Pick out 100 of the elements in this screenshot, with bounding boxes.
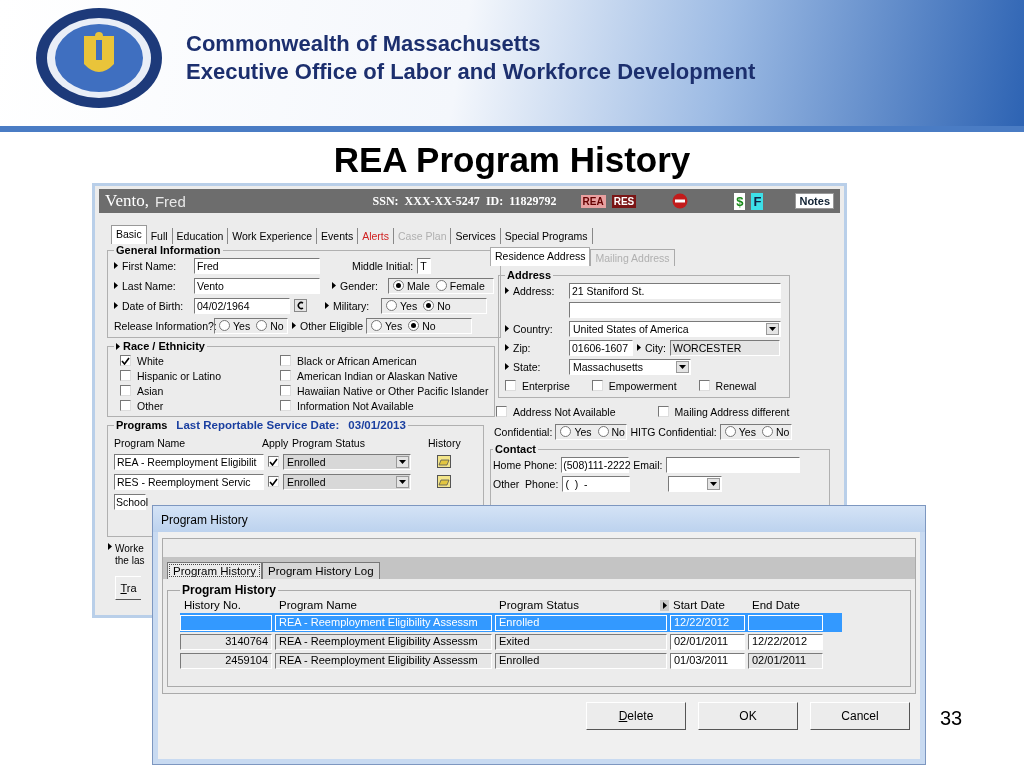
first-name-field[interactable]: Fred xyxy=(194,257,320,274)
radio-button[interactable] xyxy=(423,300,435,311)
program-flag[interactable]: F xyxy=(751,192,764,210)
home-phone-field[interactable]: (508)111-2222 xyxy=(561,456,630,473)
tab[interactable]: Events xyxy=(317,228,359,244)
field-label: Email: xyxy=(633,458,663,471)
last-name-field[interactable]: Vento xyxy=(194,277,320,294)
group-title: Address xyxy=(506,269,553,281)
dialog-tab[interactable]: Program History xyxy=(167,562,263,579)
checkbox[interactable] xyxy=(280,355,291,366)
radio-label: Yes xyxy=(400,299,418,312)
checkbox[interactable] xyxy=(591,380,603,391)
caret-icon xyxy=(399,459,406,464)
bottom-button[interactable]: Tra xyxy=(115,575,141,600)
checkbox[interactable] xyxy=(120,400,131,411)
radio-button[interactable] xyxy=(408,320,420,331)
program-status-cell: Exited xyxy=(495,633,667,650)
program-name-cell: REA - Reemployment Eligibility Assessm xyxy=(275,633,492,650)
slide-title: REA Program History xyxy=(332,140,692,180)
no-entry-icon[interactable] xyxy=(672,193,689,209)
checkbox-label: Empowerment xyxy=(608,379,677,392)
radio-button[interactable] xyxy=(435,280,447,291)
dialog-button[interactable]: Delete xyxy=(586,702,686,730)
date-of-birth-field[interactable]: 04/02/1964 xyxy=(194,297,290,314)
tab[interactable]: Alerts xyxy=(358,228,395,244)
radio-label: Yes xyxy=(233,319,251,332)
tab[interactable]: Full xyxy=(146,228,173,244)
required-marker-icon xyxy=(505,344,509,351)
radio-button[interactable] xyxy=(219,320,230,331)
program-flag[interactable]: REA xyxy=(580,194,606,208)
end-date-cell: 12/22/2012 xyxy=(748,633,823,650)
checkbox[interactable] xyxy=(698,380,710,391)
program-flag[interactable]: $ xyxy=(734,192,746,210)
other-phone-field[interactable]: ( ) - xyxy=(562,475,631,492)
tab[interactable]: Education xyxy=(172,228,229,244)
program-status-dropdown[interactable]: Enrolled xyxy=(283,473,411,490)
worker-note: Worke the las xyxy=(115,543,145,567)
zip-field[interactable]: 01606-1607 xyxy=(569,339,633,356)
history-row[interactable]: 3140764 REA - Reemployment Eligibility Assessm Exited 02/01/2011 12/22/2012 xyxy=(180,632,842,651)
tab[interactable]: Special Programs xyxy=(500,228,593,244)
city-field[interactable]: WORCESTER xyxy=(670,339,780,356)
radio-button[interactable] xyxy=(371,320,382,331)
country-dropdown[interactable]: United States of America xyxy=(569,320,781,337)
tab[interactable]: Basic xyxy=(111,225,147,244)
checkbox[interactable] xyxy=(120,370,131,381)
radio-button[interactable] xyxy=(560,426,572,437)
tab[interactable]: Services xyxy=(451,228,501,244)
program-status-dropdown[interactable]: Enrolled xyxy=(283,453,411,470)
radio-label: Yes xyxy=(385,319,403,332)
group-title: Programs Last Reportable Service Date: 03/01/2013 xyxy=(115,419,407,431)
checkbox-label: Hawaiian Native or Other Pacific Islander xyxy=(297,384,489,397)
folder-icon[interactable] xyxy=(437,455,451,468)
middle-initial-field[interactable]: T xyxy=(417,257,432,274)
field-label: HITG Confidential: xyxy=(630,425,717,438)
banner-title: Commonwealth of Massachusetts xyxy=(186,31,542,57)
email-field[interactable] xyxy=(666,456,801,473)
required-marker-icon xyxy=(505,363,509,370)
checkbox-label: Mailing Address different xyxy=(674,405,790,418)
notes-button[interactable]: Notes xyxy=(795,193,834,209)
radio-label: No xyxy=(611,425,625,438)
dialog-tab[interactable]: Program History Log xyxy=(262,562,380,579)
group-title: General Information xyxy=(115,244,222,256)
required-marker-icon xyxy=(637,344,641,351)
last-name-text: Vento, xyxy=(105,191,149,211)
phone-type-dropdown[interactable] xyxy=(668,475,723,492)
calendar-icon[interactable] xyxy=(294,299,307,312)
checkbox[interactable] xyxy=(280,385,291,396)
field-label: Military: xyxy=(333,299,370,312)
radio-button[interactable] xyxy=(393,280,404,291)
address-line-field[interactable] xyxy=(569,301,781,318)
field-label: Address: xyxy=(513,284,555,297)
checkbox-label: Address Not Available xyxy=(513,405,616,418)
radio-button[interactable] xyxy=(724,426,736,437)
radio-button[interactable] xyxy=(597,426,609,437)
tab[interactable]: Work Experience xyxy=(228,228,318,244)
folder-icon[interactable] xyxy=(437,475,451,488)
checkbox[interactable] xyxy=(657,406,669,417)
radio-button[interactable] xyxy=(256,320,268,331)
radio-label: Yes xyxy=(574,425,592,438)
checkbox[interactable] xyxy=(496,406,507,417)
radio-label: Male xyxy=(407,279,430,292)
checkbox[interactable] xyxy=(268,476,279,487)
checkbox[interactable] xyxy=(280,370,291,381)
column-header: End Date xyxy=(752,599,800,611)
field-label: Other Phone: xyxy=(493,477,559,490)
checkbox[interactable] xyxy=(120,385,131,396)
radio-button[interactable] xyxy=(761,426,773,437)
checkbox-label: Renewal xyxy=(715,379,757,392)
program-flag[interactable]: RES xyxy=(611,194,637,208)
history-row[interactable]: 2459104 REA - Reemployment Eligibility Assessm Enrolled 01/03/2011 02/01/2011 xyxy=(180,651,842,670)
checkbox[interactable] xyxy=(268,456,279,467)
dialog-button[interactable]: Cancel xyxy=(810,702,910,730)
checkbox[interactable] xyxy=(120,355,131,366)
checkbox[interactable] xyxy=(505,380,516,391)
state-dropdown[interactable]: Massachusetts xyxy=(569,358,691,375)
radio-button[interactable] xyxy=(386,300,397,311)
address-tab[interactable]: Residence Address xyxy=(490,247,591,266)
checkbox[interactable] xyxy=(280,400,291,411)
address-field[interactable]: 21 Staniford St. xyxy=(569,282,781,299)
dialog-button[interactable]: OK xyxy=(698,702,798,730)
